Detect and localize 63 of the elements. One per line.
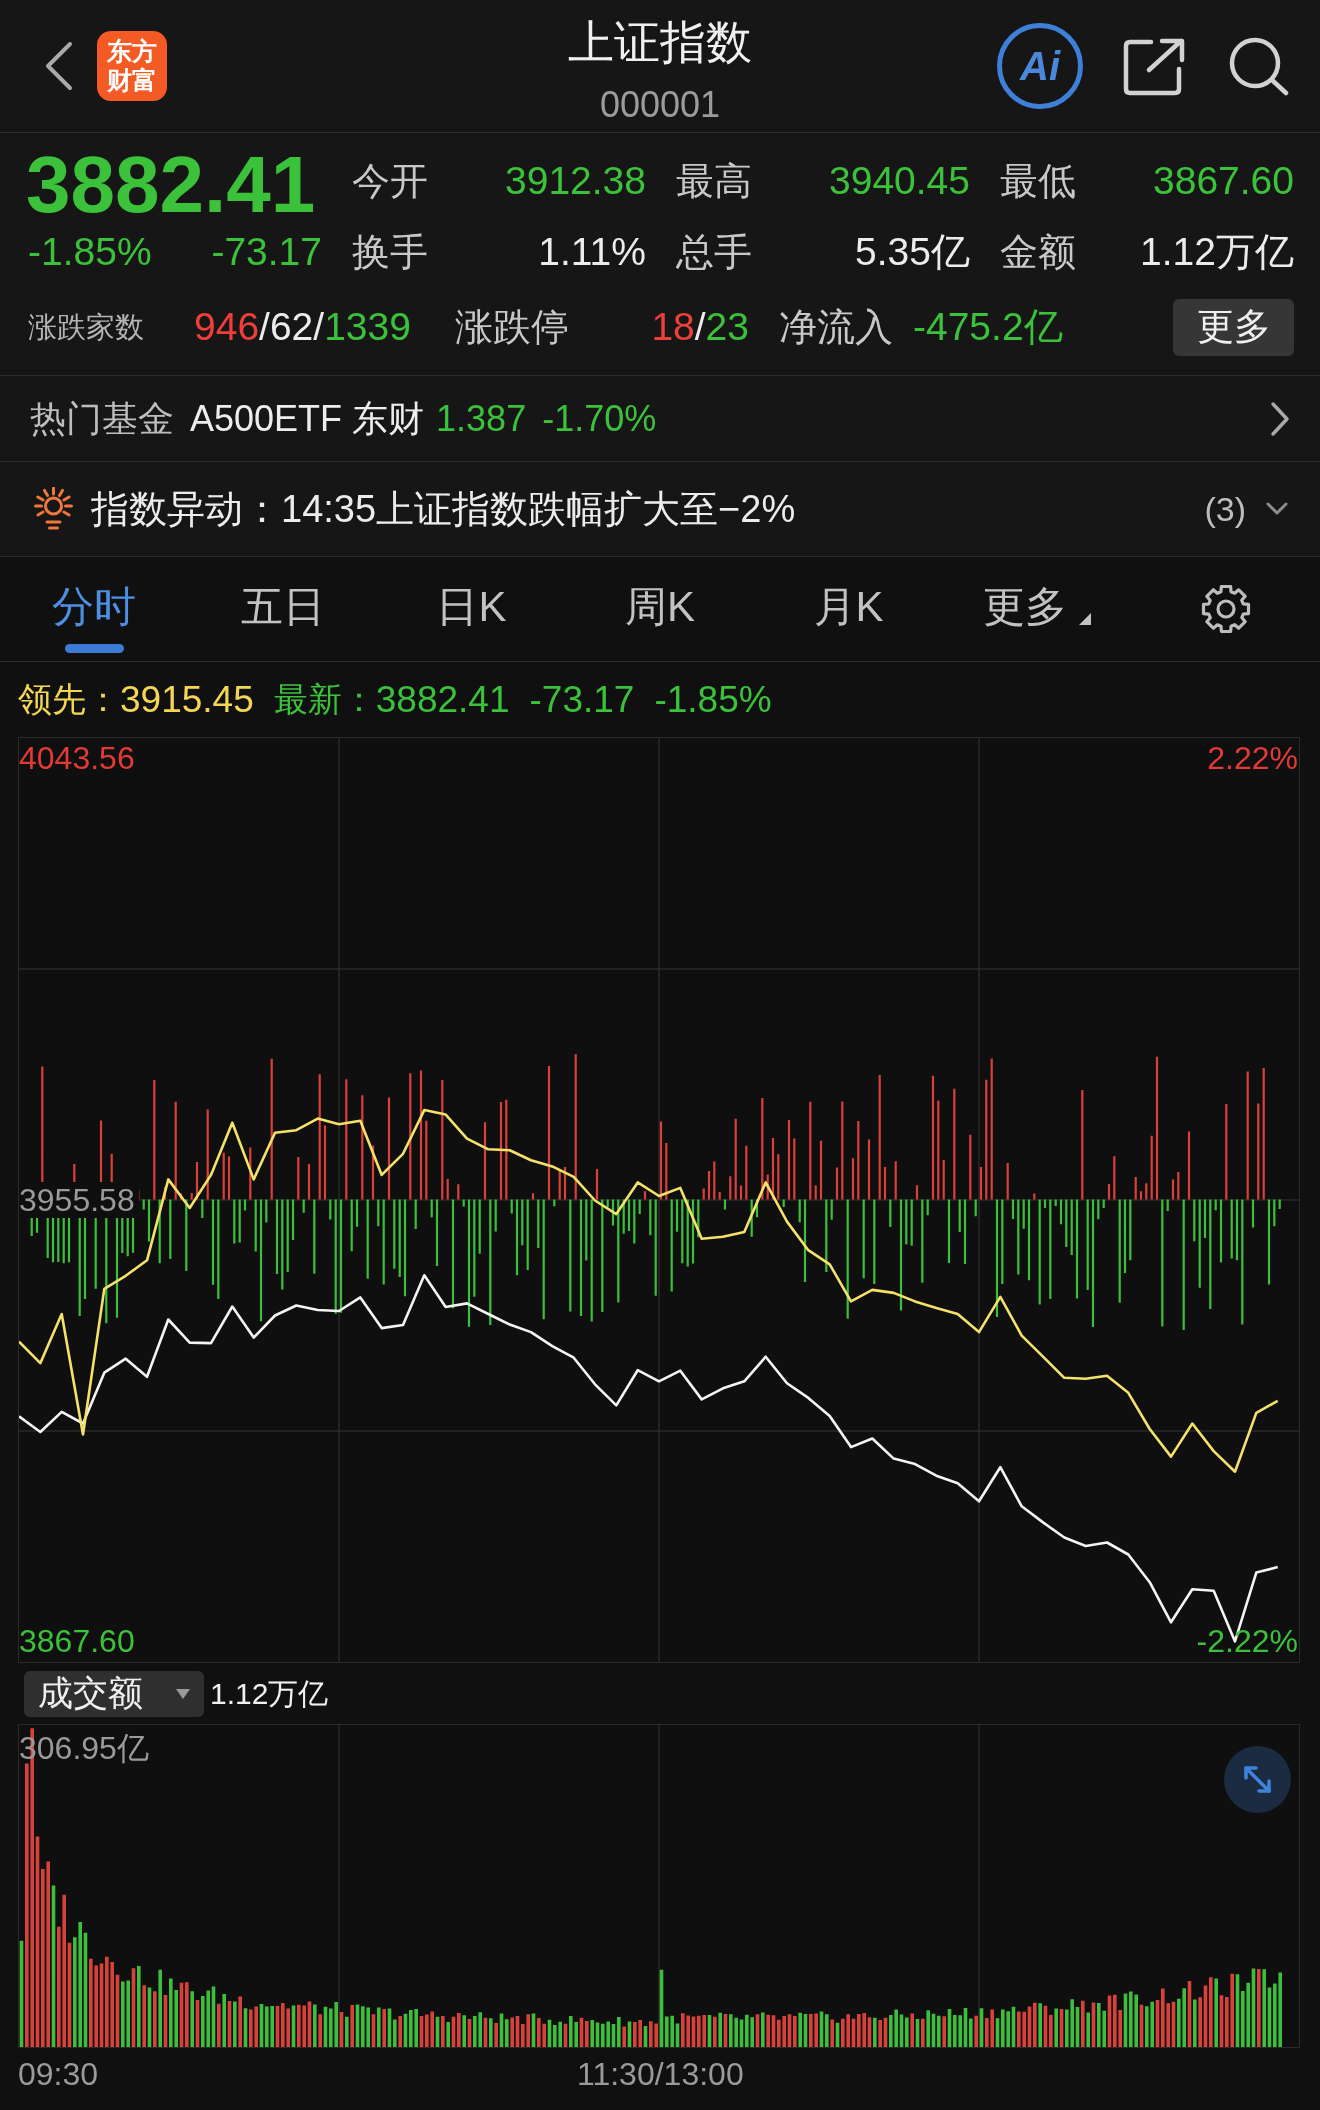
more-button[interactable]: 更多 (1173, 298, 1294, 356)
stat-label: 总手 (676, 230, 752, 275)
fund-name[interactable]: A500ETF 东财 (190, 391, 425, 446)
tab[interactable]: 日K (430, 557, 513, 661)
current-price: 3882.41 (26, 144, 316, 226)
lightbulb-icon (31, 486, 76, 532)
limit-counts: 18/23 (651, 304, 749, 350)
stat-value: 1.11% (538, 229, 646, 275)
back-icon[interactable] (44, 41, 74, 91)
change-value: -73.17 (211, 229, 322, 275)
time-axis-label: 09:30 (18, 2055, 99, 2094)
alert-count: (3) (1204, 488, 1246, 530)
chevron-down-icon[interactable] (1266, 502, 1288, 516)
tab[interactable]: 更多 (977, 557, 1098, 661)
percent-axis-label: 2.22% (1207, 739, 1298, 776)
change-percent: -1.85% (28, 229, 152, 275)
stat-label: 今开 (352, 159, 428, 204)
dropdown-triangle-icon (176, 1688, 190, 1699)
axis-value-label: 3955.58 (19, 1181, 139, 1218)
advance-decline-label: 涨跌家数 (28, 310, 144, 345)
time-axis-label: 11:30/13:00 (577, 2055, 744, 2094)
stat-value: 3867.60 (1153, 158, 1294, 204)
share-icon[interactable] (1123, 36, 1186, 96)
advance-decline-counts: 946/62/1339 (194, 304, 411, 350)
leader-label: 领先： (18, 679, 120, 720)
stat-value: 1.12万亿 (1140, 229, 1294, 275)
app-logo: 东方 财富 (97, 31, 167, 101)
stat-value: 5.35亿 (855, 229, 970, 275)
fund-change-percent: -1.70% (542, 396, 657, 441)
alert-text[interactable]: 指数异动：14:35上证指数跌幅扩大至−2% (91, 480, 796, 538)
index-title: 上证指数 (568, 16, 752, 68)
stat-label: 最高 (676, 159, 752, 204)
settings-icon[interactable] (1199, 583, 1252, 635)
hot-fund-label: 热门基金 (30, 396, 174, 441)
stat-value: 3940.45 (829, 158, 970, 204)
latest-change-percent: -1.85% (654, 677, 772, 722)
index-code: 000001 (599, 84, 721, 126)
latest-label: 最新： (273, 679, 376, 720)
dropdown-triangle-icon (1079, 613, 1092, 625)
stat-label: 最低 (1000, 159, 1076, 204)
chevron-right-icon[interactable] (1270, 400, 1290, 437)
net-inflow-label: 净流入 (779, 305, 893, 350)
leader-value: 3915.45 (120, 677, 254, 722)
latest-price: 3882.41 (375, 677, 510, 722)
tab[interactable]: 周K (619, 557, 701, 661)
search-icon[interactable] (1228, 36, 1290, 96)
volume-total: 1.12万亿 (210, 1676, 329, 1712)
axis-value-label: 3867.60 (19, 1623, 135, 1660)
volume-metric-dropdown[interactable]: 成交额 (24, 1670, 204, 1717)
tab[interactable]: 五日 (234, 557, 331, 661)
tab[interactable]: 月K (807, 557, 890, 661)
ai-assistant-button[interactable]: Ai (997, 23, 1083, 109)
axis-value-label: 4043.56 (19, 739, 135, 776)
limit-label: 涨跌停 (455, 305, 569, 350)
stat-value: 3912.38 (505, 158, 646, 204)
fund-price: 1.387 (436, 396, 527, 441)
stat-label: 换手 (352, 230, 428, 275)
percent-axis-label: -2.22% (1196, 1623, 1298, 1660)
expand-icon[interactable] (1224, 1746, 1291, 1813)
tab[interactable]: 分时 (46, 557, 143, 661)
net-inflow-value: -475.2亿 (913, 304, 1063, 350)
latest-change: -73.17 (529, 677, 635, 722)
stat-label: 金额 (1000, 230, 1076, 275)
